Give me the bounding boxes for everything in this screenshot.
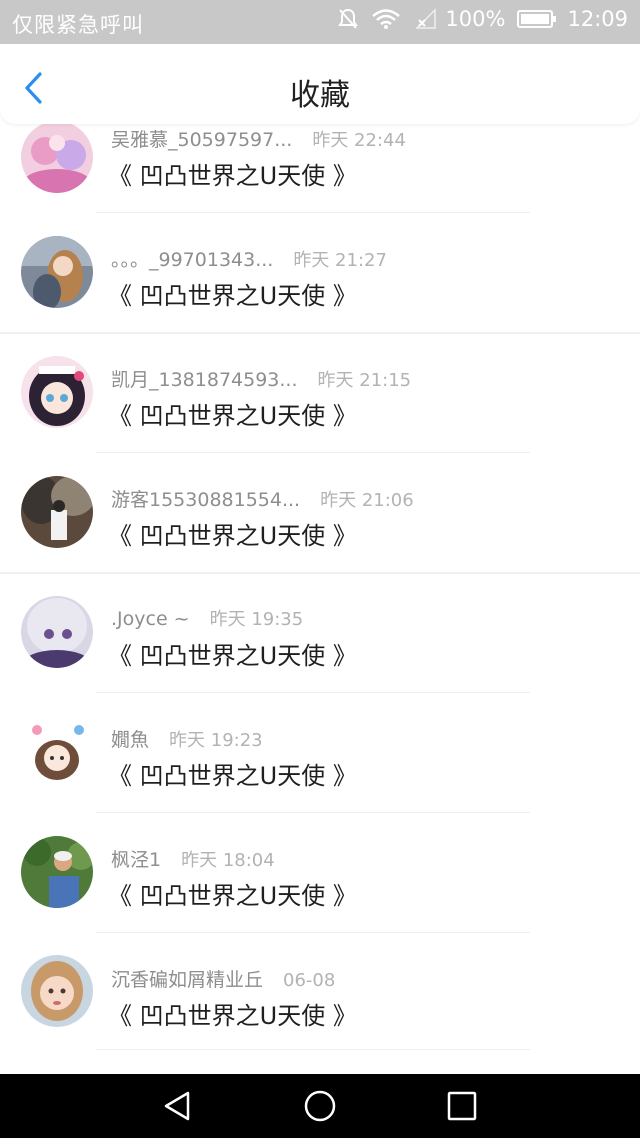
avatar[interactable]: [21, 716, 93, 788]
list-item[interactable]: 。。。_99701343... 昨天 21:27 《 凹凸世界之U天使 》: [0, 212, 640, 334]
wifi-icon: [371, 8, 401, 30]
status-icons: 100% 12:09: [325, 7, 628, 31]
user-name[interactable]: 枫泾1: [111, 845, 161, 872]
user-name[interactable]: .Joyce ~: [111, 608, 190, 630]
no-signal-icon: [413, 8, 437, 30]
timestamp: 昨天 19:23: [169, 730, 263, 751]
avatar[interactable]: [21, 476, 93, 548]
user-name[interactable]: 游客15530881554...: [111, 485, 300, 512]
favorite-title[interactable]: 《 凹凸世界之U天使 》: [108, 996, 357, 1031]
favorite-title[interactable]: 《 凹凸世界之U天使 》: [108, 276, 357, 311]
nav-recents-button[interactable]: [444, 1088, 480, 1124]
avatar[interactable]: [21, 596, 93, 668]
avatar[interactable]: [21, 356, 93, 428]
user-name[interactable]: 吴雅慕_50597597...: [111, 125, 292, 152]
user-name[interactable]: 沉香碥如屑精业丘: [111, 965, 263, 992]
timestamp: 昨天 21:15: [317, 370, 412, 391]
list-item[interactable]: .Joyce ~ 昨天 19:35 《 凹凸世界之U天使 》: [0, 572, 640, 693]
status-bar: 仅限紧急呼叫 100% 12:09: [0, 0, 640, 44]
clock: 12:09: [567, 7, 628, 31]
recents-square-icon: [447, 1091, 477, 1121]
list-item[interactable]: 枫泾1 昨天 18:04 《 凹凸世界之U天使 》: [0, 812, 640, 933]
timestamp: 昨天 22:44: [312, 130, 406, 151]
favorite-title[interactable]: 《 凹凸世界之U天使 》: [108, 876, 357, 911]
nav-back-button[interactable]: [160, 1088, 196, 1124]
list-item[interactable]: 嫺魚 昨天 19:23 《 凹凸世界之U天使 》: [0, 692, 640, 813]
user-name[interactable]: 。。。_99701343...: [111, 245, 273, 272]
list-item[interactable]: 凯月_1381874593... 昨天 21:15 《 凹凸世界之U天使 》: [0, 332, 640, 453]
home-circle-icon: [304, 1090, 336, 1122]
list-item[interactable]: 游客15530881554... 昨天 21:06 《 凹凸世界之U天使 》: [0, 452, 640, 574]
back-triangle-icon: [164, 1091, 190, 1121]
list-item[interactable]: 沉香碥如屑精业丘 06-08 《 凹凸世界之U天使 》: [0, 932, 640, 1052]
divider: [96, 1049, 530, 1050]
header: 收藏: [0, 44, 640, 124]
carrier-text: 仅限紧急呼叫: [12, 13, 144, 37]
favorite-title[interactable]: 《 凹凸世界之U天使 》: [108, 396, 357, 431]
timestamp: 昨天 19:35: [209, 609, 304, 630]
avatar[interactable]: [21, 121, 93, 193]
avatar[interactable]: [21, 836, 93, 908]
user-name[interactable]: 嫺魚: [111, 725, 149, 752]
timestamp: 昨天 18:04: [181, 850, 275, 871]
timestamp: 昨天 21:27: [293, 250, 387, 271]
favorite-title[interactable]: 《 凹凸世界之U天使 》: [108, 636, 357, 671]
favorite-title[interactable]: 《 凹凸世界之U天使 》: [108, 156, 357, 191]
timestamp: 昨天 21:06: [320, 490, 414, 511]
avatar[interactable]: [21, 236, 93, 308]
battery-percent: 100%: [445, 7, 506, 31]
battery-icon: [517, 9, 557, 29]
favorite-title[interactable]: 《 凹凸世界之U天使 》: [108, 756, 357, 791]
timestamp: 06-08: [283, 970, 336, 991]
favorite-title[interactable]: 《 凹凸世界之U天使 》: [108, 516, 357, 551]
avatar[interactable]: [21, 955, 93, 1027]
page-title: 收藏: [290, 78, 350, 113]
navigation-bar: [0, 1074, 640, 1138]
mute-icon: [337, 7, 359, 31]
nav-home-button[interactable]: [302, 1088, 338, 1124]
user-name[interactable]: 凯月_1381874593...: [111, 365, 298, 392]
